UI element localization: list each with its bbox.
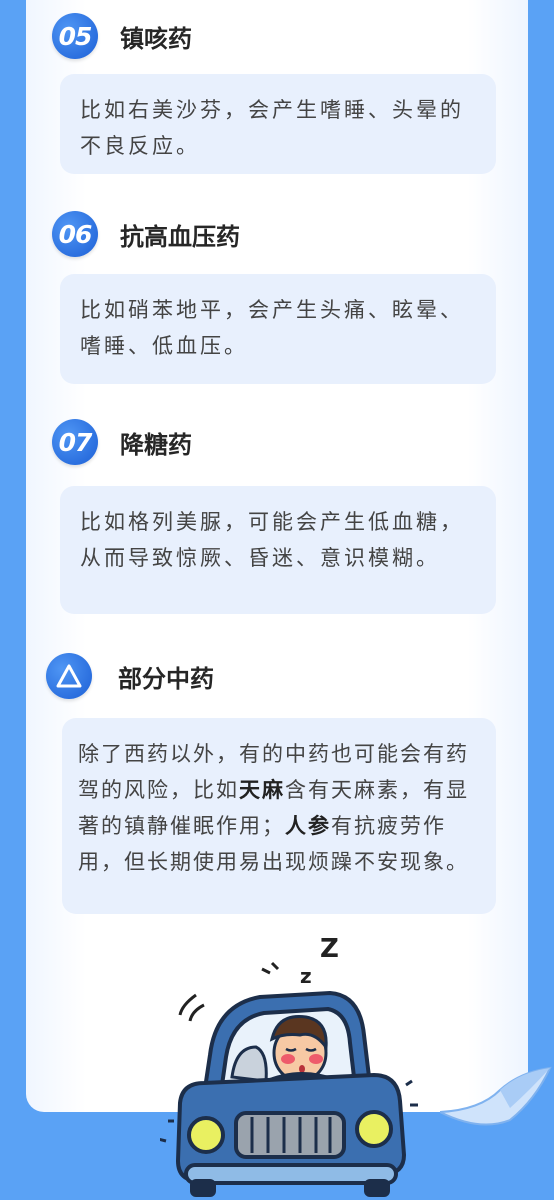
section-06-header: 06 抗高血压药 (52, 210, 240, 258)
section-body: 比如硝苯地平，会产生头痛、眩晕、嗜睡、低血压。 (80, 298, 464, 358)
herbal-highlight-tianma: 天麻 (239, 778, 285, 802)
herbal-card: 除了西药以外，有的中药也可能会有药驾的风险，比如天麻含有天麻素，有显著的镇静催眠… (62, 718, 496, 914)
section-number-badge: 07 (52, 419, 98, 465)
herbal-highlight-renshen: 人参 (285, 814, 331, 838)
warning-triangle-icon (46, 653, 92, 699)
section-06-card: 比如硝苯地平，会产生头痛、眩晕、嗜睡、低血压。 (60, 274, 496, 384)
section-number-badge: 06 (52, 211, 98, 257)
zzz-small: z (300, 964, 312, 988)
section-07-card: 比如格列美脲，可能会产生低血糖，从而导致惊厥、昏迷、意识模糊。 (60, 486, 496, 614)
zzz-big: Z (320, 935, 339, 964)
sleepy-driver-car-icon: Z z (160, 935, 418, 1197)
section-05-card: 比如右美沙芬，会产生嗜睡、头晕的不良反应。 (60, 74, 496, 174)
section-title: 镇咳药 (120, 24, 192, 53)
page-curl-icon (440, 1066, 552, 1126)
section-title: 降糖药 (120, 430, 192, 459)
herbal-title: 部分中药 (118, 664, 214, 693)
section-05-header: 05 镇咳药 (52, 12, 192, 60)
section-title: 抗高血压药 (120, 222, 240, 251)
section-07-header: 07 降糖药 (52, 418, 192, 466)
section-body: 比如格列美脲，可能会产生低血糖，从而导致惊厥、昏迷、意识模糊。 (80, 510, 464, 570)
herbal-header: 部分中药 (46, 652, 214, 700)
section-number-badge: 05 (52, 13, 98, 59)
section-body: 比如右美沙芬，会产生嗜睡、头晕的不良反应。 (80, 98, 464, 158)
